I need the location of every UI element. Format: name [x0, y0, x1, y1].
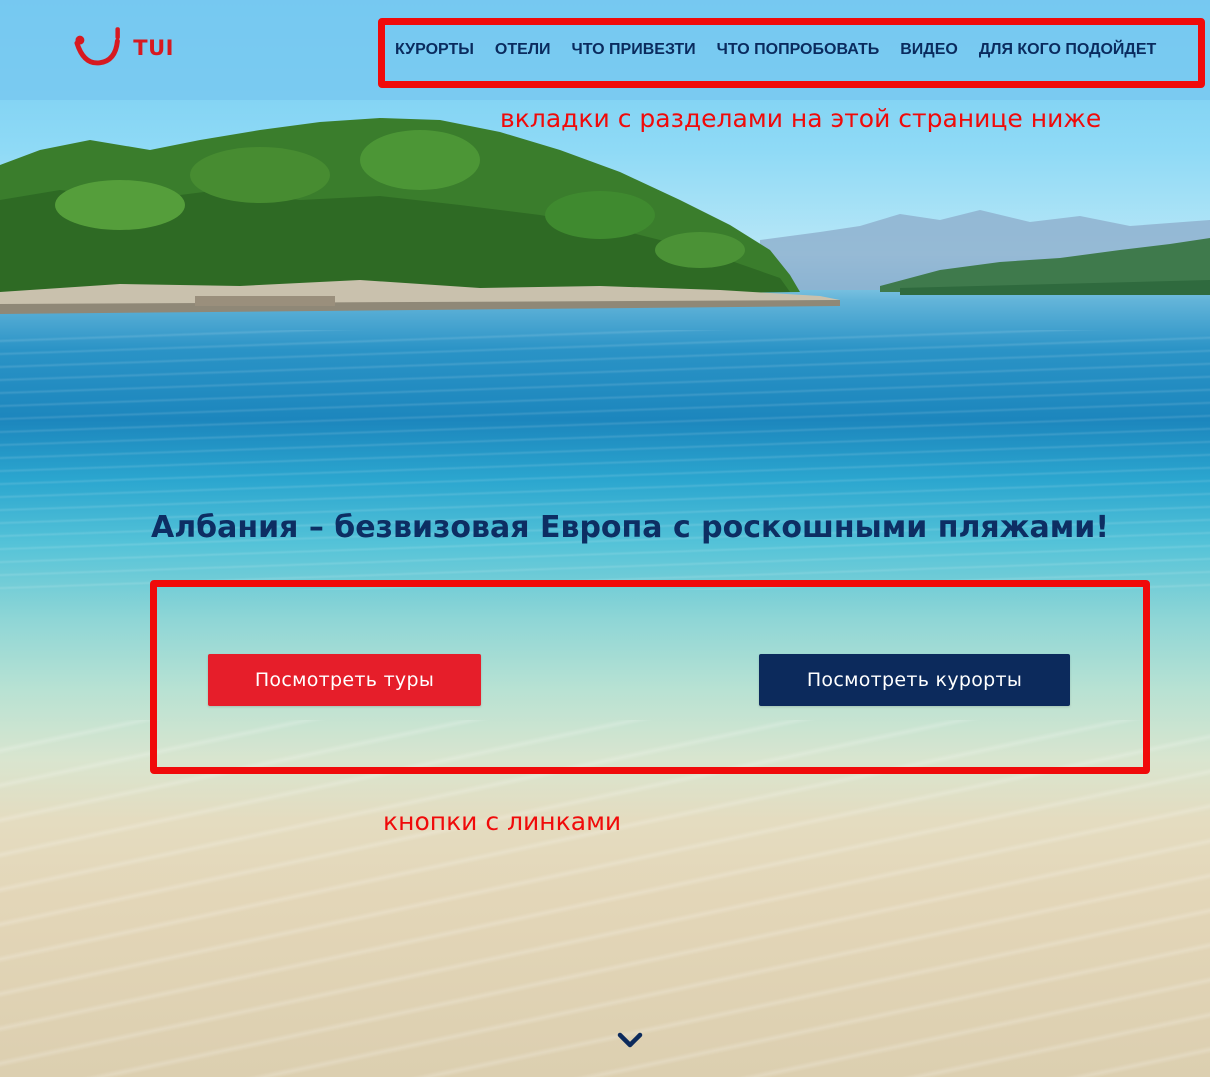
buttons-annotation-label: кнопки с линками — [383, 807, 622, 836]
view-resorts-button[interactable]: Посмотреть курорты — [759, 654, 1070, 706]
view-tours-button[interactable]: Посмотреть туры — [208, 654, 481, 706]
nav-annotation-box — [378, 18, 1205, 88]
hero-headline: Албания – безвизовая Европа с роскошными… — [150, 510, 1110, 545]
tui-logo[interactable]: TUI — [74, 26, 174, 70]
nav-annotation-label: вкладки с разделами на этой странице ниж… — [500, 104, 1102, 133]
logo-text: TUI — [133, 36, 174, 60]
sea-shimmer — [0, 330, 1210, 590]
chevron-down-icon — [617, 1032, 643, 1048]
scroll-down-button[interactable] — [617, 1030, 643, 1052]
tui-smile-icon — [74, 27, 120, 66]
